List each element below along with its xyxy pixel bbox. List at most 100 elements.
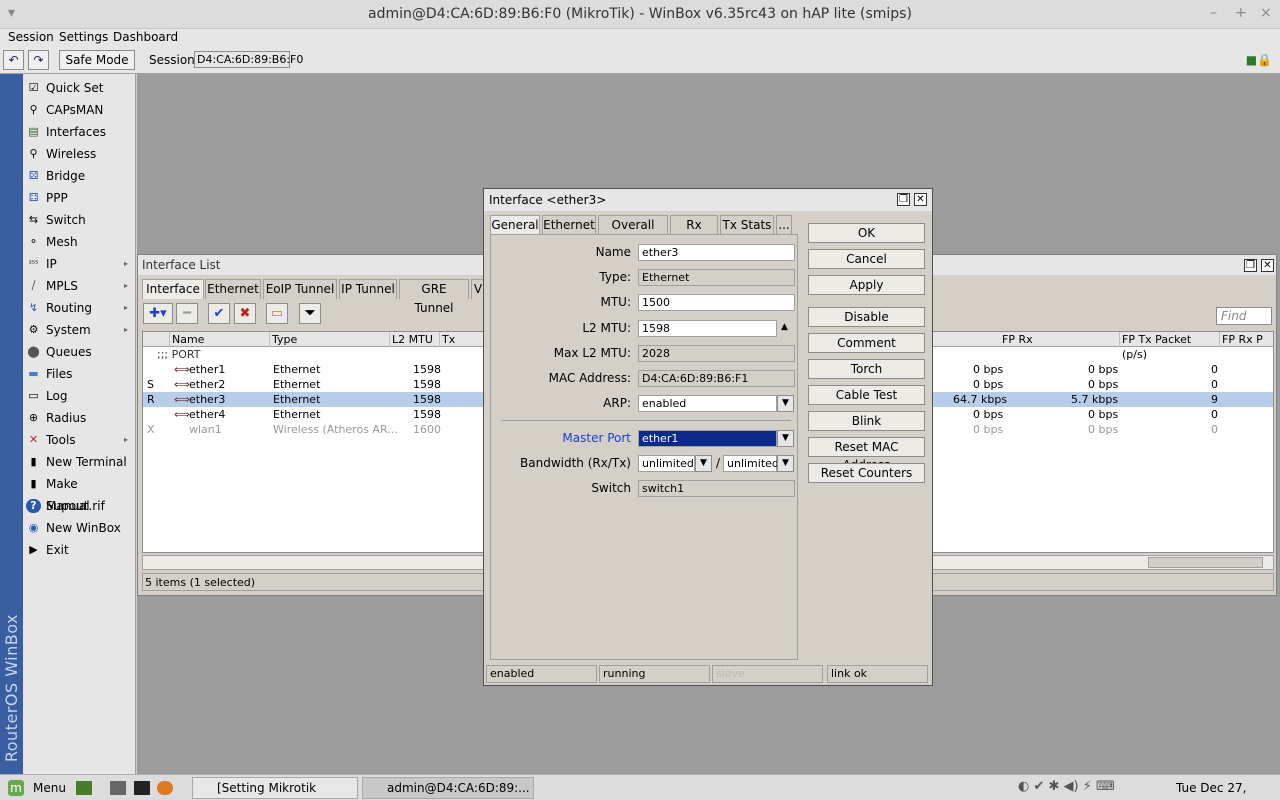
sidebar-item-queues[interactable]: ⬤ Queues — [23, 341, 136, 363]
bandwidth-tx-select[interactable]: unlimited — [723, 455, 779, 472]
row-name: ether1 — [189, 363, 226, 376]
enable-icon[interactable]: ✔ — [208, 303, 230, 324]
mtu-field[interactable]: 1500 — [638, 294, 795, 311]
tab-general[interactable]: General — [490, 215, 540, 235]
chevron-down-icon[interactable]: ▼ — [695, 455, 712, 472]
safe-mode-button[interactable]: Safe Mode — [59, 50, 135, 70]
sidebar-item-interfaces[interactable]: ▤ Interfaces — [23, 121, 136, 143]
disable-button[interactable]: Disable — [808, 307, 925, 327]
sidebar-item-wireless[interactable]: ⚲ Wireless — [23, 143, 136, 165]
tab-ethernet[interactable]: Ethernet — [542, 215, 596, 235]
brand-text: RouterOS WinBox — [2, 613, 21, 762]
name-field[interactable]: ether3 — [638, 244, 795, 261]
mesh-icon: ⚬ — [28, 235, 39, 248]
sidebar-item-routing[interactable]: ↯ Routing ▸ — [23, 297, 136, 319]
sidebar-item-make-supout[interactable]: ▮ Make Supout.rif — [23, 473, 136, 513]
column-header-name[interactable]: Name — [170, 332, 270, 347]
l2mtu-field[interactable]: 1598 — [638, 320, 777, 337]
sidebar-item-manual[interactable]: ? Manual — [23, 495, 136, 517]
sidebar-item-switch[interactable]: ⇆ Switch — [23, 209, 136, 231]
restore-icon[interactable]: ❐ — [897, 193, 910, 206]
column-header-l2mtu[interactable]: L2 MTU — [390, 332, 440, 347]
master-port-select[interactable]: ether1 — [638, 430, 777, 447]
firefox-icon[interactable] — [157, 781, 173, 795]
minimize-button[interactable]: – — [1210, 5, 1217, 21]
reset-counters-button[interactable]: Reset Counters — [808, 463, 925, 483]
close-icon[interactable]: ✕ — [1261, 259, 1274, 272]
tab-overall-stats[interactable]: Overall Stats — [598, 215, 668, 251]
undo-icon[interactable]: ↶ — [3, 50, 24, 70]
row-fp-rx: 0 bps — [1088, 363, 1119, 376]
redo-icon[interactable]: ↷ — [28, 50, 49, 70]
close-button[interactable]: × — [1260, 5, 1272, 21]
maximize-button[interactable]: + — [1235, 5, 1247, 21]
menu-button[interactable]: Menu — [33, 778, 66, 798]
file-manager-icon[interactable] — [110, 781, 126, 795]
show-desktop-icon[interactable] — [76, 781, 92, 795]
terminal-icon[interactable] — [134, 781, 150, 795]
bandwidth-rx-select[interactable]: unlimited — [638, 455, 695, 472]
menu-settings[interactable]: Settings — [59, 30, 108, 44]
filter-icon[interactable]: ⏷ — [299, 303, 321, 324]
apply-button[interactable]: Apply — [808, 275, 925, 295]
task-button-browser[interactable]: [Setting Mikrotik Rout... — [192, 777, 358, 799]
sidebar-item-exit[interactable]: ▶ Exit — [23, 539, 136, 561]
task-button-winbox[interactable]: admin@D4:CA:6D:89:... — [362, 777, 534, 799]
sidebar-item-quick-set[interactable]: ☑ Quick Set — [23, 77, 136, 99]
chevron-down-icon[interactable]: ▼ — [777, 430, 794, 447]
disable-icon[interactable]: ✖ — [234, 303, 256, 324]
sidebar-item-new-winbox[interactable]: ◉ New WinBox — [23, 517, 136, 539]
switch-icon: ⇆ — [28, 213, 39, 226]
mint-logo-icon[interactable]: m — [8, 780, 24, 796]
row-type: Wireless (Atheros AR... — [273, 423, 398, 436]
reset-mac-address-button[interactable]: Reset MAC Address — [808, 437, 925, 472]
arp-select[interactable]: enabled — [638, 395, 777, 412]
sidebar-item-mpls[interactable]: ⧸ MPLS ▸ — [23, 275, 136, 297]
sidebar-item-ppp[interactable]: ⚃ PPP — [23, 187, 136, 209]
torch-button[interactable]: Torch — [808, 359, 925, 379]
menu-session[interactable]: Session — [8, 30, 54, 44]
sidebar-item-log[interactable]: ▭ Log — [23, 385, 136, 407]
tab-gre-tunnel[interactable]: GRE Tunnel — [399, 279, 469, 315]
sidebar-item-capsman[interactable]: ⚲ CAPsMAN — [23, 99, 136, 121]
menu-dashboard[interactable]: Dashboard — [113, 30, 178, 44]
find-input[interactable]: Find — [1216, 307, 1272, 325]
tab-rx-stats[interactable]: Rx Stats — [670, 215, 718, 251]
blink-button[interactable]: Blink — [808, 411, 925, 431]
collapse-arrow-icon[interactable]: ▲ — [781, 322, 788, 332]
close-icon[interactable]: ✕ — [914, 193, 927, 206]
clock[interactable]: Tue Dec 27, 15:29 — [1176, 778, 1280, 798]
cancel-button[interactable]: Cancel — [808, 249, 925, 269]
tray-icons[interactable]: ◐ ✔ ✱ ◀) ⚡ ⌨ — [1018, 779, 1115, 794]
sidebar-item-ip[interactable]: ²⁵⁵ IP ▸ — [23, 253, 136, 275]
ok-button[interactable]: OK — [808, 223, 925, 243]
scrollbar-thumb[interactable] — [1148, 557, 1263, 568]
column-header-fp-rx-packet[interactable]: FP Rx P — [1220, 332, 1273, 347]
tab-ip-tunnel[interactable]: IP Tunnel — [339, 279, 397, 299]
sidebar-item-mesh[interactable]: ⚬ Mesh — [23, 231, 136, 253]
tab-tx-stats[interactable]: Tx Stats — [720, 215, 774, 235]
tab-interface[interactable]: Interface — [142, 279, 204, 299]
sidebar-item-new-terminal[interactable]: ▮ New Terminal — [23, 451, 136, 473]
tab-more[interactable]: ... — [776, 215, 792, 235]
sidebar-item-radius[interactable]: ⊕ Radius — [23, 407, 136, 429]
add-icon[interactable]: ✚▾ — [143, 303, 173, 324]
sidebar-item-bridge[interactable]: ⚄ Bridge — [23, 165, 136, 187]
sidebar-item-system[interactable]: ⚙ System ▸ — [23, 319, 136, 341]
chevron-down-icon[interactable]: ▼ — [777, 395, 794, 412]
row-flag: S — [147, 378, 154, 391]
tab-eoip-tunnel[interactable]: EoIP Tunnel — [263, 279, 337, 299]
column-header-fp-rx[interactable]: FP Rx — [1000, 332, 1120, 347]
comment-icon[interactable]: ▭ — [266, 303, 288, 324]
sidebar-item-tools[interactable]: ✕ Tools ▸ — [23, 429, 136, 451]
tab-ethernet[interactable]: Ethernet — [205, 279, 261, 299]
column-header-type[interactable]: Type — [270, 332, 390, 347]
column-header-flag[interactable] — [143, 332, 170, 347]
remove-icon[interactable]: ━ — [176, 303, 198, 324]
sidebar-item-files[interactable]: ▬ Files — [23, 363, 136, 385]
column-header-fp-tx-packet[interactable]: FP Tx Packet (p/s) — [1120, 332, 1220, 361]
chevron-down-icon[interactable]: ▼ — [777, 455, 794, 472]
restore-icon[interactable]: ❐ — [1244, 259, 1257, 272]
cable-test-button[interactable]: Cable Test — [808, 385, 925, 405]
comment-button[interactable]: Comment — [808, 333, 925, 353]
